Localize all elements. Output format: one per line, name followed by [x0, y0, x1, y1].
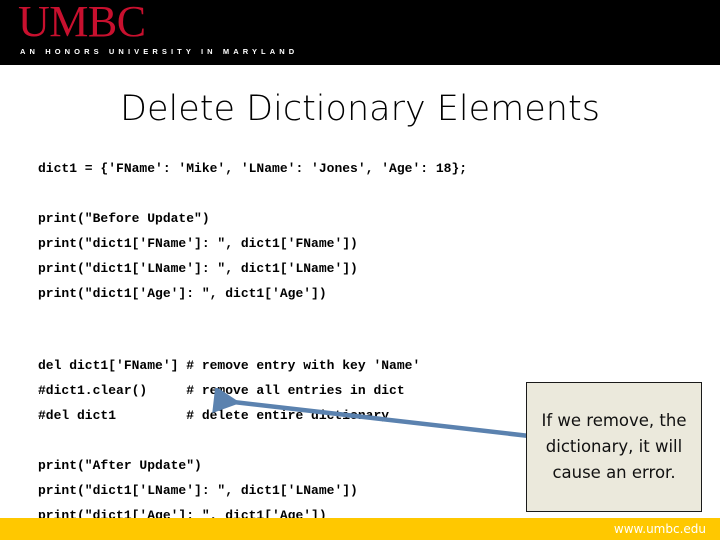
code-line: print("dict1['LName']: ", dict1['LName']…	[38, 483, 358, 498]
code-line: #del dict1 # delete entire dictionary	[38, 408, 390, 423]
code-line: print("After Update")	[38, 458, 202, 473]
footer-url-label: www.umbc.edu	[613, 522, 706, 536]
code-line: dict1 = {'FName': 'Mike', 'LName': 'Jone…	[38, 161, 468, 176]
code-spacer	[38, 331, 598, 353]
code-block: dict1 = {'FName': 'Mike', 'LName': 'Jone…	[38, 156, 598, 528]
header-bar: UMBC AN HONORS UNIVERSITY IN MARYLAND	[0, 0, 720, 65]
code-spacer	[38, 306, 598, 331]
code-spacer	[38, 428, 598, 453]
code-line: #dict1.clear() # remove all entries in d…	[38, 383, 405, 398]
code-line: print("dict1['FName']: ", dict1['FName']…	[38, 236, 358, 251]
code-line: print("Before Update")	[38, 211, 210, 226]
code-line: print("dict1['Age']: ", dict1['Age'])	[38, 286, 327, 301]
page-title: Delete Dictionary Elements	[120, 89, 600, 129]
footer-bar: www.umbc.edu	[0, 518, 720, 540]
umbc-logo-wordmark: UMBC	[18, 0, 146, 46]
callout-text: If we remove, the dictionary, it will ca…	[541, 411, 687, 482]
slide-canvas: UMBC AN HONORS UNIVERSITY IN MARYLAND De…	[0, 0, 720, 540]
code-line: print("dict1['LName']: ", dict1['LName']…	[38, 261, 358, 276]
code-line: del dict1['FName'] # remove entry with k…	[38, 358, 421, 373]
code-spacer	[38, 181, 598, 206]
umbc-logo-tagline: AN HONORS UNIVERSITY IN MARYLAND	[20, 47, 299, 56]
callout-box: If we remove, the dictionary, it will ca…	[526, 382, 702, 512]
